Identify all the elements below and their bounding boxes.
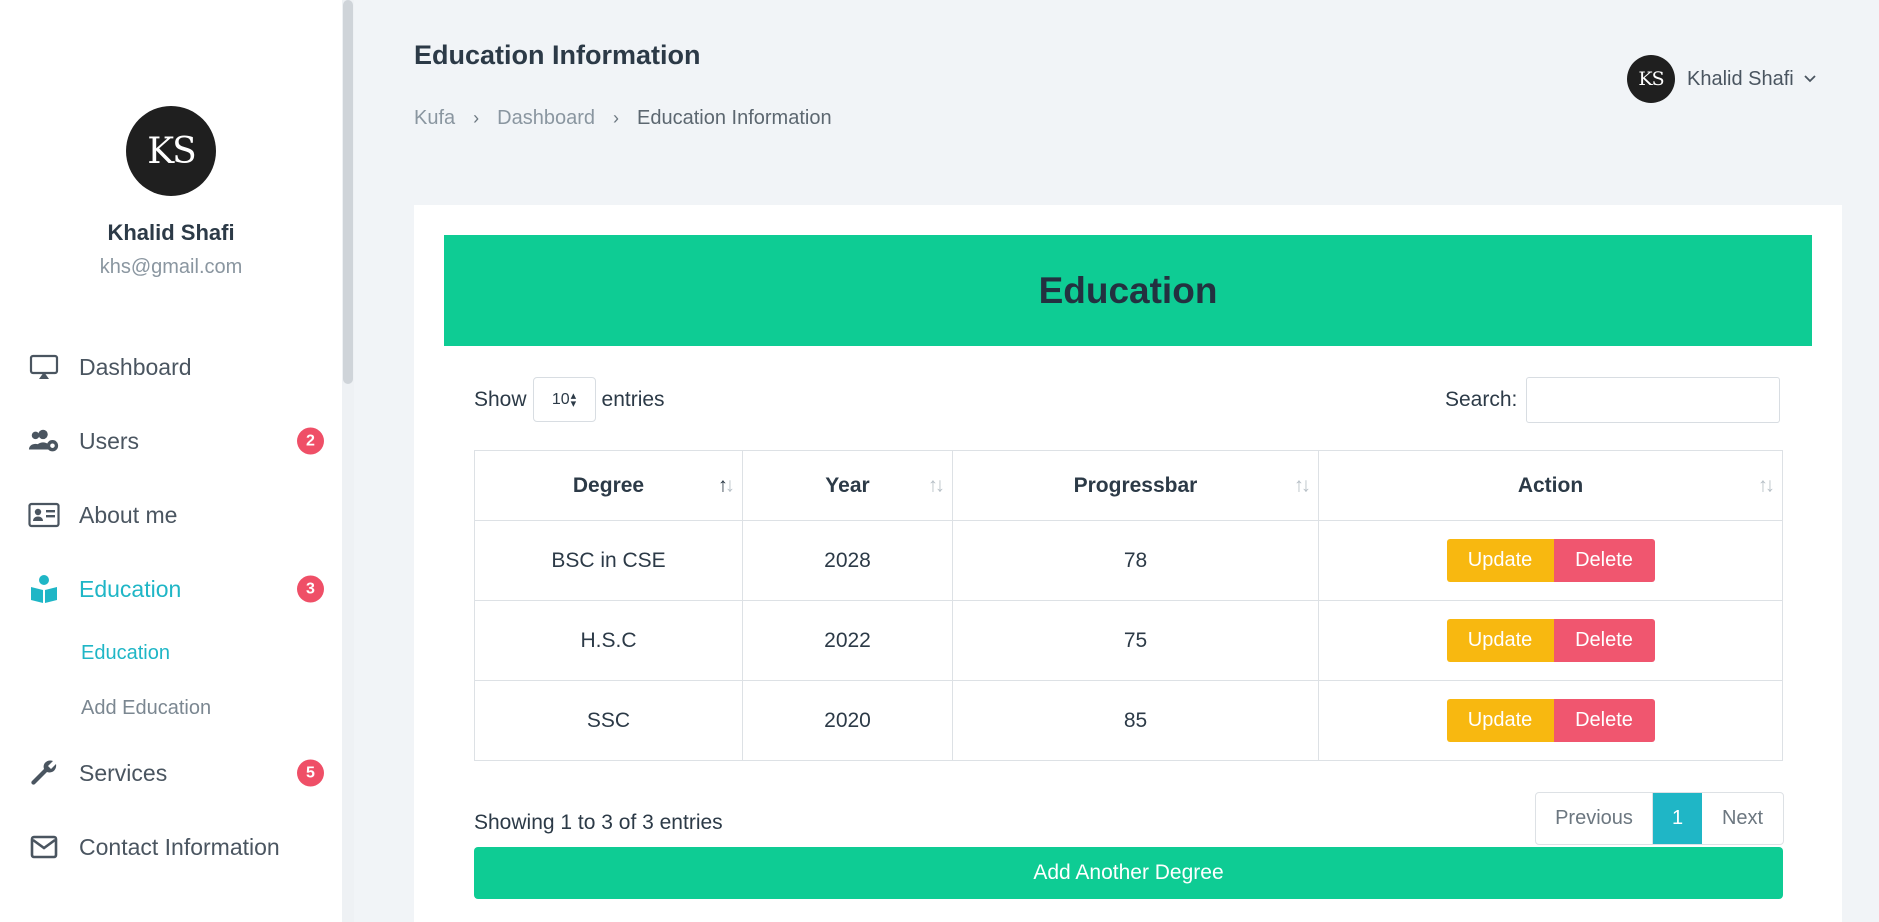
pagination-next[interactable]: Next (1702, 793, 1783, 844)
sidebar-item-education[interactable]: Education 3 (0, 552, 342, 626)
education-table: Degree ↑↓ Year ↑↓ Progressbar ↑↓ Action ↑↓ B… (474, 450, 1783, 761)
degree-cell: SSC (474, 680, 743, 761)
show-label: Show (474, 387, 527, 411)
pagination: Previous 1 Next (1535, 792, 1784, 845)
sidebar-item-contact-information[interactable]: Contact Information (0, 810, 342, 884)
column-header-progressbar[interactable]: Progressbar ↑↓ (952, 450, 1319, 521)
progress-cell: 85 (952, 680, 1319, 761)
sort-icon: ↑↓ (928, 474, 945, 496)
sidebar-item-label: Education (79, 575, 182, 602)
progress-cell: 78 (952, 520, 1319, 601)
show-entries: Show 10 ▴ ▾ entries (474, 377, 665, 422)
sidebar-item-label: Contact Information (79, 833, 280, 860)
year-cell: 2020 (742, 680, 953, 761)
breadcrumb-item-kufa[interactable]: Kufa (414, 107, 455, 130)
add-degree-button[interactable]: Add Another Degree (474, 847, 1783, 899)
breadcrumb-item-dashboard[interactable]: Dashboard (497, 107, 595, 130)
table-row: SSC 2020 85 Update Delete (474, 680, 1783, 761)
book-reader-icon (28, 573, 60, 605)
action-cell: Update Delete (1318, 600, 1783, 681)
select-arrows-icon: ▴ ▾ (570, 389, 577, 410)
users-count-badge: 2 (297, 427, 324, 455)
services-count-badge: 5 (297, 759, 324, 787)
avatar: KS (1627, 55, 1675, 103)
page-size-select[interactable]: 10 ▴ ▾ (532, 377, 596, 422)
entries-label: entries (601, 387, 665, 411)
sidebar: KS Khalid Shafi khs@gmail.com Dashboard … (0, 0, 354, 922)
delete-button[interactable]: Delete (1553, 699, 1655, 742)
sort-icon: ↑↓ (718, 474, 735, 496)
sidebar-item-label: Users (79, 427, 140, 454)
education-submenu: Education Add Education (0, 626, 342, 736)
delete-button[interactable]: Delete (1553, 619, 1655, 662)
table-info: Showing 1 to 3 of 3 entries (474, 811, 723, 834)
user-name: Khalid Shafi (1687, 67, 1794, 90)
sidebar-item-services[interactable]: Services 5 (0, 736, 342, 810)
table-row: H.S.C 2022 75 Update Delete (474, 600, 1783, 681)
scrollbar-thumb[interactable] (343, 0, 353, 384)
table-search: Search: (1445, 377, 1781, 423)
profile-email: khs@gmail.com (99, 256, 243, 278)
education-count-badge: 3 (297, 575, 324, 603)
sort-icon: ↑↓ (1294, 474, 1311, 496)
chevron-down-icon (1804, 70, 1816, 88)
sort-icon: ↑↓ (1758, 474, 1775, 496)
sidebar-item-dashboard[interactable]: Dashboard (0, 330, 342, 404)
year-cell: 2028 (742, 520, 953, 601)
avatar[interactable]: KS (126, 106, 216, 196)
progress-cell: 75 (952, 600, 1319, 681)
id-card-icon (28, 499, 60, 531)
column-header-degree[interactable]: Degree ↑↓ (474, 450, 743, 521)
sidebar-item-users[interactable]: Users 2 (0, 404, 342, 478)
update-button[interactable]: Update (1446, 699, 1554, 742)
profile-name: Khalid Shafi (107, 220, 235, 245)
education-card: Education Show 10 ▴ ▾ entries Search: Deg… (414, 205, 1842, 922)
action-cell: Update Delete (1318, 680, 1783, 761)
page-title: Education Information (414, 40, 701, 70)
envelope-icon (28, 831, 60, 863)
degree-cell: H.S.C (474, 600, 743, 681)
search-label: Search: (1445, 388, 1518, 411)
user-menu[interactable]: KS Khalid Shafi (1627, 55, 1816, 103)
sidebar-item-label: Services (79, 759, 168, 786)
wrench-icon (28, 757, 60, 789)
pagination-page-1[interactable]: 1 (1653, 793, 1702, 844)
column-header-year[interactable]: Year ↑↓ (742, 450, 953, 521)
submenu-item-education[interactable]: Education (81, 626, 342, 681)
page-size-value: 10 (551, 390, 570, 408)
monitor-icon (28, 351, 60, 383)
column-header-action[interactable]: Action ↑↓ (1318, 450, 1783, 521)
update-button[interactable]: Update (1446, 539, 1554, 582)
users-gear-icon (28, 425, 60, 457)
sidebar-nav: Dashboard Users 2 About me Education 3 E… (0, 330, 342, 884)
sidebar-item-about-me[interactable]: About me (0, 478, 342, 552)
card-title: Education (1038, 269, 1218, 311)
table-row: BSC in CSE 2028 78 Update Delete (474, 520, 1783, 601)
sidebar-item-label: About me (79, 501, 178, 528)
sidebar-scrollbar[interactable] (342, 0, 354, 922)
breadcrumb-item-current: Education Information (637, 107, 832, 129)
sidebar-item-label: Dashboard (79, 353, 192, 380)
chevron-right-icon: › (613, 108, 619, 128)
card-header: Education (444, 235, 1812, 346)
action-cell: Update Delete (1318, 520, 1783, 601)
table-header-row: Degree ↑↓ Year ↑↓ Progressbar ↑↓ Action ↑↓ (474, 450, 1783, 521)
delete-button[interactable]: Delete (1553, 539, 1655, 582)
update-button[interactable]: Update (1446, 619, 1554, 662)
degree-cell: BSC in CSE (474, 520, 743, 601)
breadcrumb: Kufa › Dashboard › Education Information (414, 107, 832, 130)
submenu-item-add-education[interactable]: Add Education (81, 681, 342, 736)
year-cell: 2022 (742, 600, 953, 681)
sidebar-profile: KS Khalid Shafi khs@gmail.com (0, 106, 342, 279)
search-input[interactable] (1526, 377, 1781, 423)
chevron-right-icon: › (473, 108, 480, 128)
pagination-previous[interactable]: Previous (1536, 793, 1653, 844)
